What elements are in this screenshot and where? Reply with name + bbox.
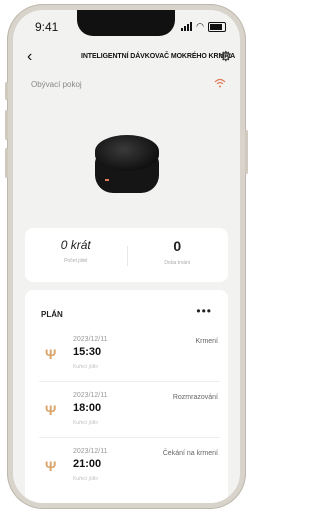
plan-food: Kuřecí jídlo — [73, 420, 99, 426]
plan-status: Čekání na krmení — [162, 450, 218, 457]
wifi-status-icon: ◠ — [196, 21, 204, 31]
back-icon[interactable]: ‹ — [27, 48, 32, 66]
notch — [77, 10, 175, 36]
app-screen: 9:41 ◠ ‹ INTELIGENTNÍ DÁVKOVAČ MOKRÉHO K… — [13, 10, 240, 503]
plan-status: Krmení — [195, 338, 218, 345]
status-time: 9:41 — [35, 20, 59, 34]
phone-power-button — [245, 130, 248, 174]
more-icon[interactable]: ••• — [196, 304, 212, 318]
plan-time: 21:00 — [73, 458, 102, 470]
plan-row[interactable]: Ψ 2023/12/11 21:00 Kuřecí jídlo Čekání n… — [25, 442, 228, 494]
duration-label: Doba trvání — [164, 260, 191, 266]
plan-date: 2023/12/11 — [73, 336, 108, 343]
page-title: INTELIGENTNÍ DÁVKOVAČ MOKRÉHO KRMIVA — [81, 53, 236, 60]
meal-count-label: Počet jídel — [64, 258, 88, 264]
app-header: ‹ INTELIGENTNÍ DÁVKOVAČ MOKRÉHO KRMIVA ⚙ — [13, 48, 240, 70]
fork-knife-icon: Ψ — [45, 346, 57, 362]
phone-volume-down — [5, 148, 8, 178]
signal-icon — [181, 22, 193, 31]
fork-knife-icon: Ψ — [45, 402, 57, 418]
phone-side-button — [5, 82, 8, 100]
phone-volume-up — [5, 110, 8, 140]
plan-time: 18:00 — [73, 402, 102, 414]
wifi-icon — [214, 78, 226, 91]
duration-value: 0 — [173, 238, 182, 254]
plan-date: 2023/12/11 — [73, 448, 108, 455]
plan-title: PLÁN — [41, 310, 63, 319]
battery-icon — [208, 21, 226, 32]
plan-food: Kuřecí jídlo — [73, 476, 99, 482]
plan-row[interactable]: Ψ 2023/12/11 18:00 Kuřecí jídlo Rozmrazo… — [25, 386, 228, 438]
row-divider — [39, 437, 220, 438]
plan-row[interactable]: Ψ 2023/12/11 15:30 Kuřecí jídlo Krmení — [25, 330, 228, 382]
stats-card: 0 krát Počet jídel 0 Doba trvání — [25, 228, 228, 282]
fork-knife-icon: Ψ — [45, 458, 57, 474]
plan-status: Rozmrazování — [172, 394, 218, 401]
plan-card: PLÁN ••• Ψ 2023/12/11 15:30 Kuřecí jídlo… — [25, 290, 228, 503]
room-name: Obývací pokoj — [31, 80, 82, 89]
plan-food: Kuřecí jídlo — [73, 364, 99, 370]
row-divider — [39, 381, 220, 382]
plan-date: 2023/12/11 — [73, 392, 108, 399]
feeder-device-image — [93, 135, 161, 197]
duration-stat: 0 Doba trvání — [127, 238, 229, 266]
meal-count-value: 0 krát — [60, 238, 91, 252]
plan-time: 15:30 — [73, 346, 102, 358]
meal-count-stat: 0 krát Počet jídel — [25, 238, 127, 264]
status-icons: ◠ — [181, 21, 226, 32]
gear-icon[interactable]: ⚙ — [219, 48, 232, 65]
